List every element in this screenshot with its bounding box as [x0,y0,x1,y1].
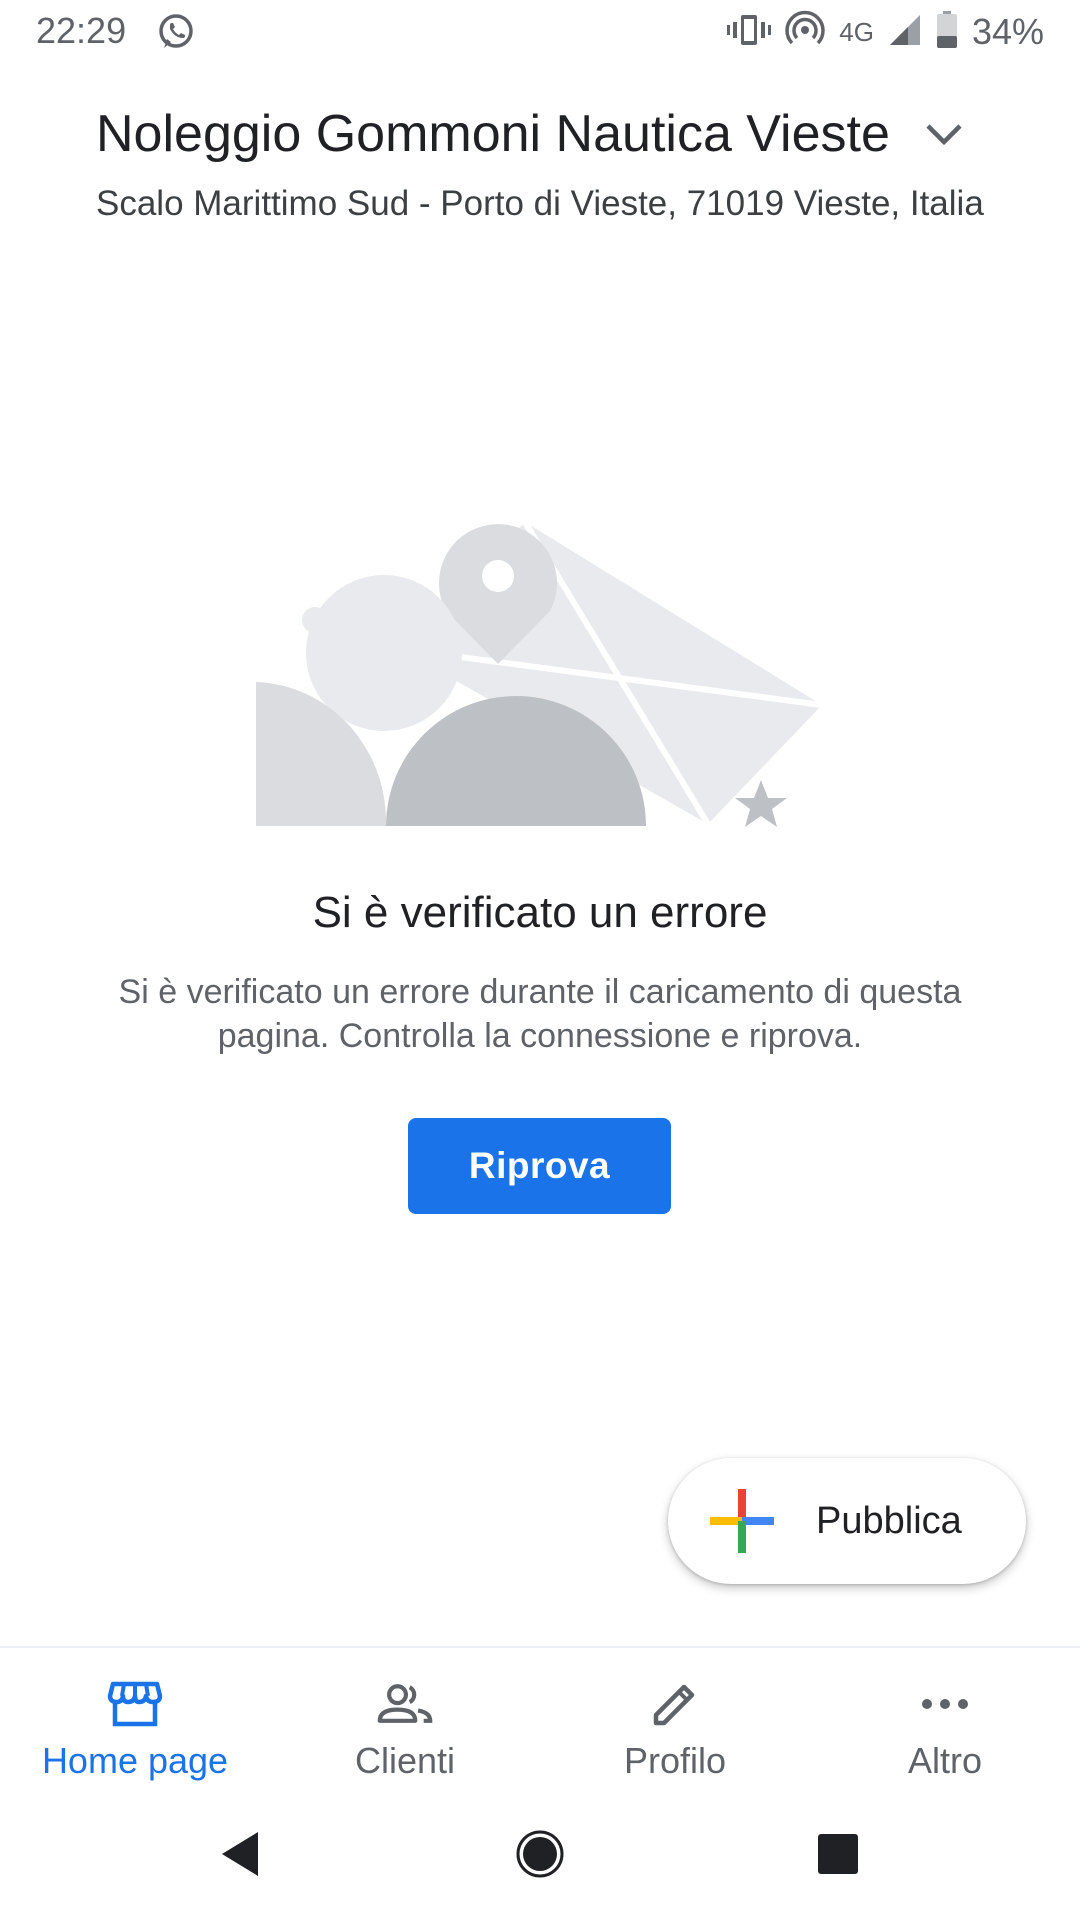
pencil-icon [647,1676,703,1732]
publish-fab[interactable]: Pubblica [668,1458,1026,1584]
nav-altro[interactable]: Altro [810,1648,1080,1796]
home-icon[interactable] [510,1824,570,1884]
nav-clienti-label: Clienti [354,1740,456,1781]
whatsapp-icon [156,12,196,57]
status-icons: 4G 34% [727,10,1044,54]
retry-button[interactable]: Riprova [408,1118,671,1214]
business-selector[interactable]: Noleggio Gommoni Nautica Vieste [96,104,996,164]
error-illustration [250,512,830,832]
vibrate-icon [727,12,772,53]
google-plus-icon [710,1489,774,1553]
recents-icon[interactable] [808,1824,868,1884]
error-message: Si è verificato un errore durante il car… [118,973,962,1055]
chevron-down-icon[interactable] [916,106,972,162]
nav-clienti[interactable]: Clienti [270,1648,540,1796]
nav-profilo-label: Profilo [623,1740,727,1781]
business-header: Noleggio Gommoni Nautica Vieste Scalo Ma… [96,104,996,224]
hotspot-icon [785,10,825,55]
business-address: Scalo Marittimo Sud - Porto di Vieste, 7… [96,184,984,223]
status-time: 22:29 [36,10,127,51]
network-type: 4G [839,16,874,47]
publish-label: Pubblica [816,1500,962,1542]
back-icon[interactable] [210,1824,270,1884]
bottom-navigation: Home page Clienti Profilo Altro [0,1646,1080,1794]
nav-profilo[interactable]: Profilo [540,1648,810,1796]
error-title: Si è verificato un errore [312,888,768,937]
nav-home-label: Home page [41,1740,229,1781]
people-icon [377,1676,433,1732]
battery-percent: 34% [971,11,1044,52]
system-navigation-bar [0,1794,1080,1920]
nav-altro-label: Altro [907,1740,983,1781]
status-bar: 22:29 4G 34% [0,0,1080,64]
nav-home[interactable]: Home page [0,1648,270,1796]
battery-icon [936,10,958,54]
storefront-icon [107,1676,163,1732]
more-horizontal-icon [917,1676,973,1732]
signal-icon [888,13,922,52]
business-name[interactable]: Noleggio Gommoni Nautica Vieste [96,104,890,164]
